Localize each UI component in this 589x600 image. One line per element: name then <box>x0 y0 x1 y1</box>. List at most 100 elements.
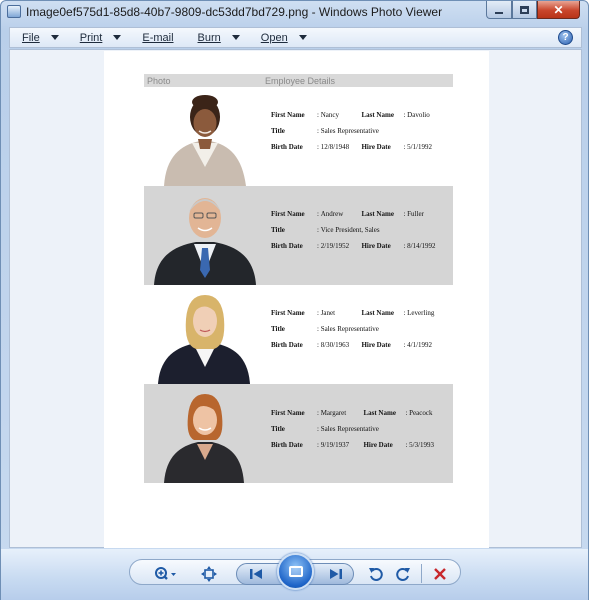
menu-open[interactable]: Open <box>261 32 307 44</box>
rotate-counterclockwise-button[interactable] <box>367 564 385 584</box>
rotate-clockwise-icon <box>396 568 410 581</box>
birth-date-label: Birth Date <box>271 242 303 250</box>
hire-date-label: Hire Date <box>363 441 393 449</box>
hire-date-value: 5/1/1992 <box>407 143 433 151</box>
displayed-image: Photo Employee Details First Name: Nanc… <box>104 51 489 548</box>
header-employee-details: Employee Details <box>265 75 336 86</box>
birth-date-value: 2/19/1952 <box>320 242 350 250</box>
birth-date-label: Birth Date <box>271 143 303 151</box>
sep: : <box>405 441 408 449</box>
rotate-clockwise-button[interactable] <box>394 564 412 584</box>
previous-button[interactable] <box>245 566 267 582</box>
employee-details: First Name: Margaret Last Name: Peacock … <box>265 384 453 483</box>
sep: : <box>403 111 406 119</box>
hire-date-label: Hire Date <box>361 341 391 349</box>
hire-date-value: 4/1/1992 <box>407 341 433 349</box>
window-title: Image0ef575d1-85d8-40b7-9809-dc53dd7bd72… <box>26 5 443 19</box>
employee-report: Photo Employee Details First Name: Nanc… <box>144 74 453 483</box>
menu-file[interactable]: File <box>22 32 59 44</box>
first-name-label: First Name <box>271 210 305 218</box>
employee-portrait-icon <box>158 295 250 384</box>
sep: : <box>317 226 319 234</box>
chevron-down-icon <box>113 35 122 40</box>
photo-viewer-app-icon <box>7 5 21 18</box>
menu-file-label: File <box>22 31 40 44</box>
birth-date-value: 9/19/1937 <box>320 441 350 449</box>
sep: : <box>403 210 406 218</box>
menu-email[interactable]: E-mail <box>142 32 173 44</box>
sep: : <box>317 127 319 135</box>
hire-date-value: 8/14/1992 <box>407 242 436 250</box>
window-controls: ✕ <box>486 1 580 19</box>
chevron-down-icon <box>298 35 307 40</box>
sep: : <box>405 409 408 417</box>
title-label: Title <box>271 226 285 234</box>
sep: : <box>403 143 406 151</box>
birth-date-label: Birth Date <box>271 341 303 349</box>
first-name-label: First Name <box>271 409 305 417</box>
hire-date-value: 5/3/1993 <box>409 441 435 449</box>
menu-print-label: Print <box>79 31 103 44</box>
title-label: Title <box>271 325 285 333</box>
birth-date-label: Birth Date <box>271 441 303 449</box>
toolbar-separator <box>421 564 422 583</box>
birth-date-value: 8/30/1963 <box>320 341 350 349</box>
hire-date-label: Hire Date <box>361 143 391 151</box>
header-photo: Photo <box>147 75 171 86</box>
title-label: Title <box>271 425 285 433</box>
menu-bar: File Print E-mail Burn Open ? <box>9 27 582 48</box>
sep: : <box>317 210 319 218</box>
employee-photo <box>144 87 265 186</box>
sep: : <box>317 111 319 119</box>
last-name-label: Last Name <box>363 409 396 417</box>
title-label: Title <box>271 127 285 135</box>
image-viewport[interactable]: Photo Employee Details First Name: Nanc… <box>9 49 582 548</box>
maximize-icon <box>520 5 529 14</box>
delete-icon <box>434 568 446 580</box>
sep: : <box>317 309 319 317</box>
last-name-label: Last Name <box>361 309 394 317</box>
employee-photo <box>144 186 265 285</box>
minimize-icon <box>495 11 503 14</box>
menu-burn[interactable]: Burn <box>198 32 240 44</box>
menu-print[interactable]: Print <box>80 32 122 44</box>
zoom-button[interactable] <box>151 563 181 585</box>
actual-size-button[interactable] <box>199 563 219 585</box>
next-icon <box>330 569 342 579</box>
last-name-label: Last Name <box>361 210 394 218</box>
employee-row: First Name: Nancy Last Name: Davolio Tit… <box>144 87 453 186</box>
employee-row: First Name: Andrew Last Name: Fuller Tit… <box>144 186 453 285</box>
minimize-button[interactable] <box>486 1 512 19</box>
rotate-counterclockwise-icon <box>369 568 383 581</box>
close-window-button[interactable]: ✕ <box>537 1 580 19</box>
sep: : <box>317 242 319 250</box>
title-bar[interactable]: Image0ef575d1-85d8-40b7-9809-dc53dd7bd72… <box>1 1 588 23</box>
slideshow-icon <box>288 566 303 577</box>
employee-photo <box>144 384 265 483</box>
first-name-value: Andrew <box>320 210 344 218</box>
sep: : <box>317 143 319 151</box>
help-icon[interactable]: ? <box>558 30 573 45</box>
actual-size-icon <box>201 566 217 582</box>
delete-button[interactable] <box>430 564 450 584</box>
sep: : <box>317 425 319 433</box>
employee-row: First Name: Margaret Last Name: Peacock … <box>144 384 453 483</box>
title-value: Sales Representative <box>320 425 379 433</box>
slideshow-button[interactable] <box>277 553 314 590</box>
menu-open-label: Open <box>260 31 288 44</box>
last-name-value: Fuller <box>407 210 424 218</box>
next-button[interactable] <box>325 566 347 582</box>
hire-date-label: Hire Date <box>361 242 391 250</box>
last-name-value: Davolio <box>407 111 430 119</box>
sep: : <box>403 341 406 349</box>
photo-viewer-window: Image0ef575d1-85d8-40b7-9809-dc53dd7bd72… <box>0 0 589 600</box>
sep: : <box>317 341 319 349</box>
title-value: Vice President, Sales <box>320 226 380 234</box>
menu-email-label: E-mail <box>142 31 174 44</box>
sep: : <box>317 325 319 333</box>
title-value: Sales Representative <box>320 127 379 135</box>
sep: : <box>317 441 319 449</box>
last-name-value: Peacock <box>409 409 433 417</box>
maximize-button[interactable] <box>512 1 537 19</box>
employee-portrait-icon <box>164 394 244 483</box>
